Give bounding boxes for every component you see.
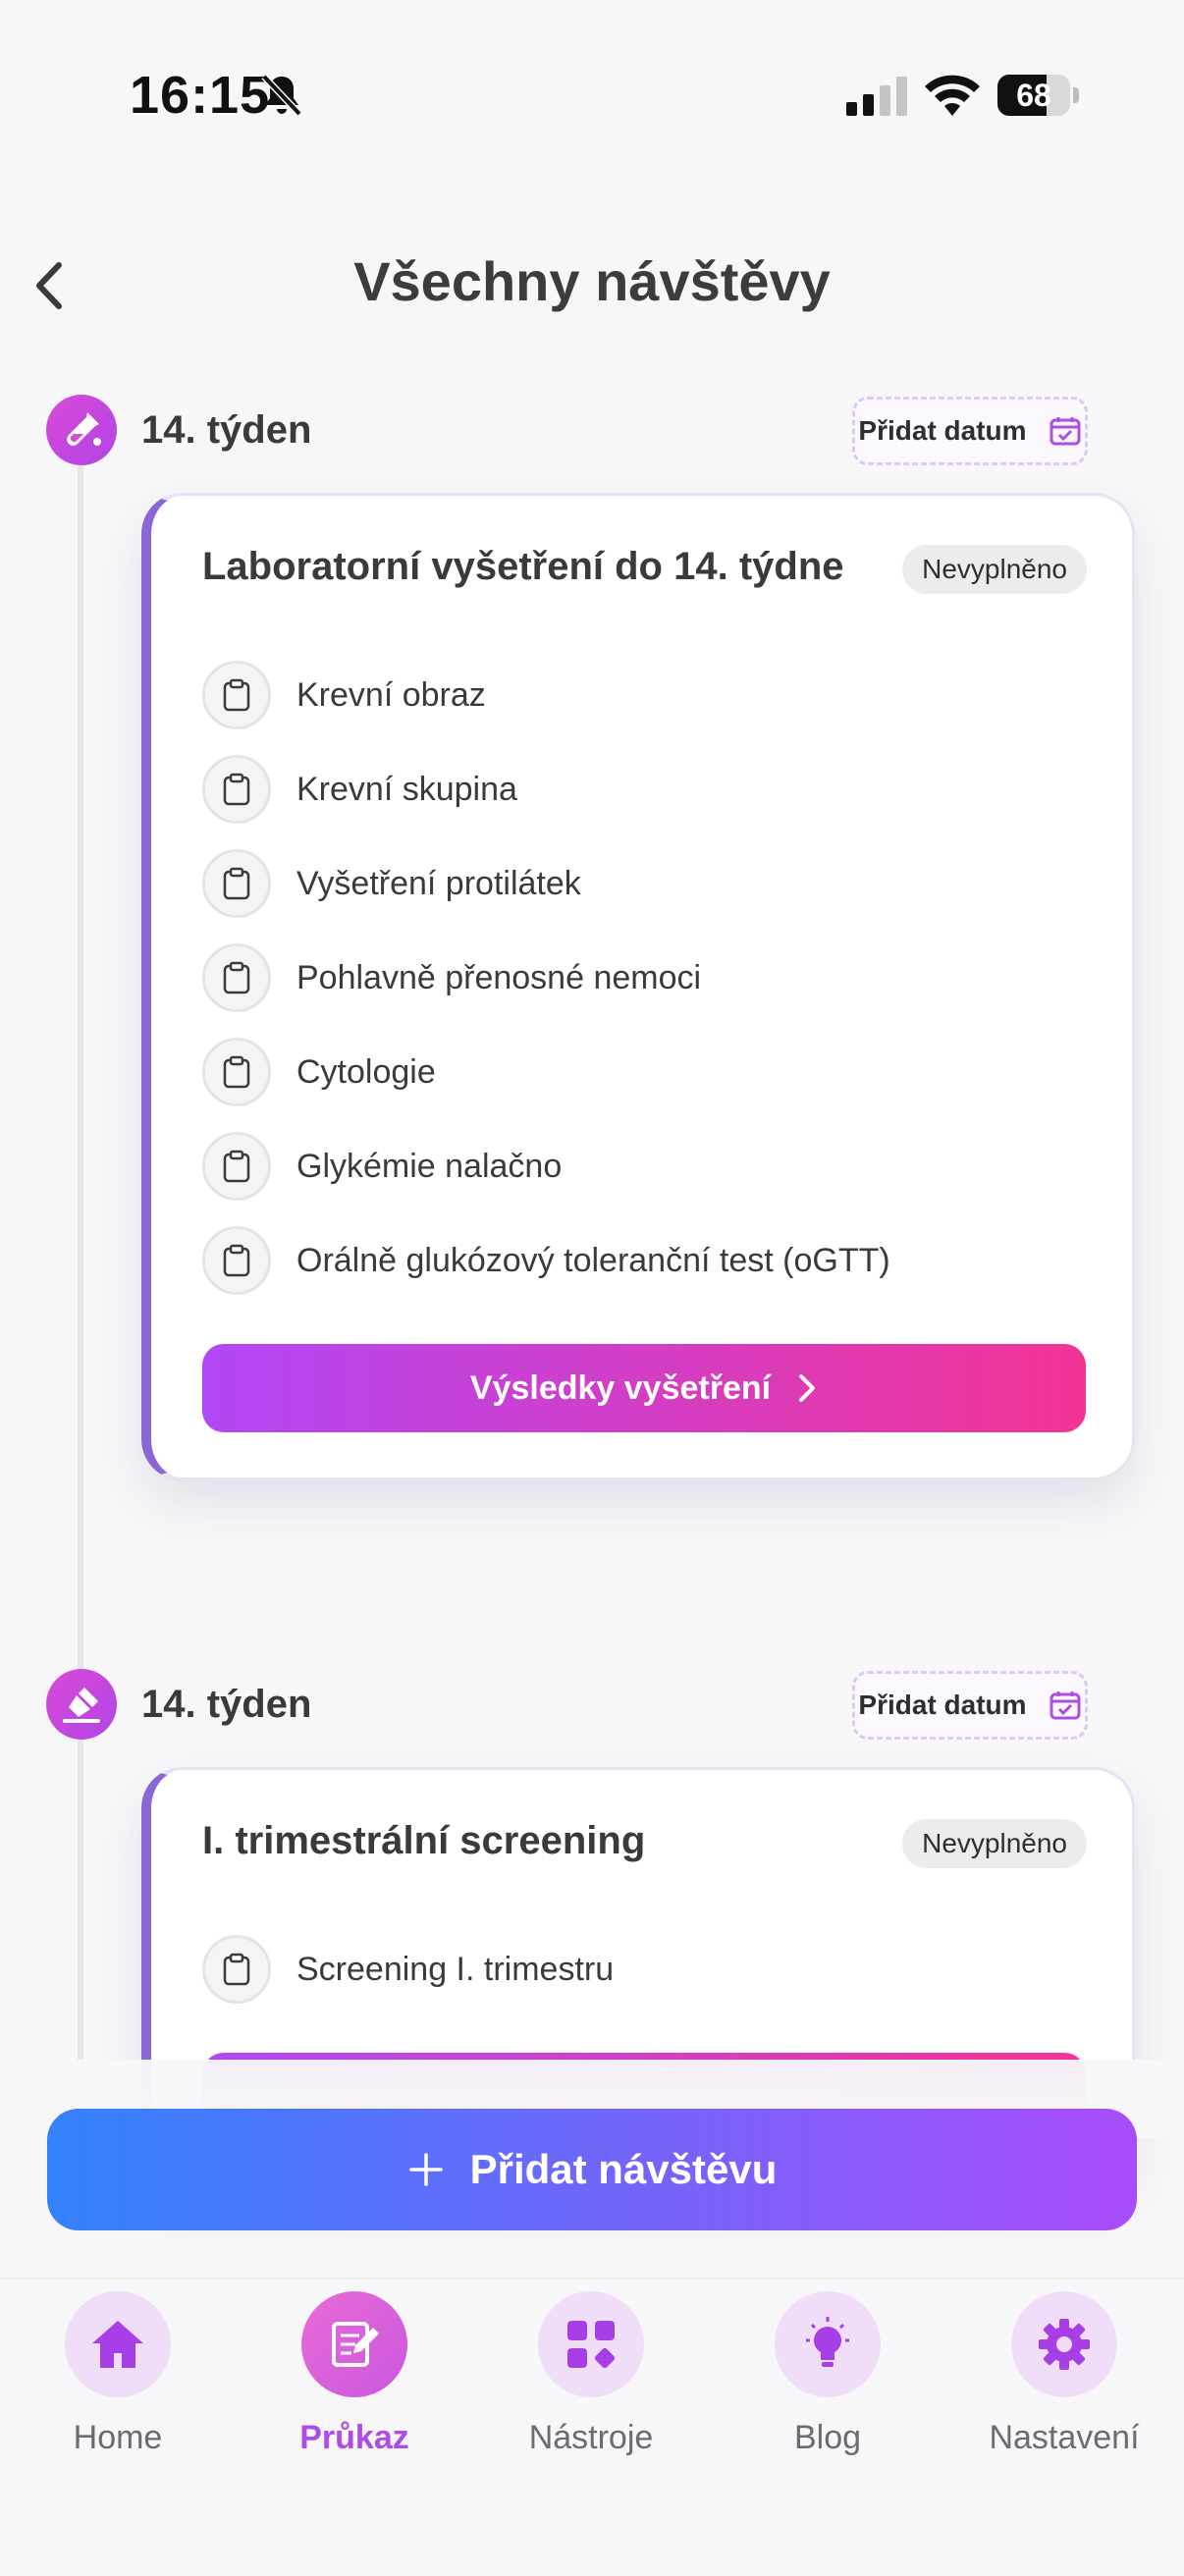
calendar-check-icon	[1049, 417, 1081, 446]
card-edit-icon	[301, 2291, 407, 2397]
visit-week-label: 14. týden	[141, 408, 312, 452]
exam-item[interactable]: Pohlavně přenosné nemoci	[202, 943, 701, 1012]
plus-icon	[408, 2153, 443, 2186]
add-visit-label: Přidat návštěvu	[469, 2146, 778, 2192]
clipboard-icon	[202, 849, 271, 918]
tab-label: Blog	[793, 2419, 862, 2456]
lightbulb-icon	[775, 2291, 881, 2397]
add-date-label: Přidat datum	[858, 1690, 1027, 1720]
results-button-label: Výsledky vyšetření	[469, 1368, 772, 1407]
exam-item-label: Krevní skupina	[296, 770, 517, 808]
exam-item-label: Cytologie	[296, 1052, 436, 1091]
battery-percent: 68	[1016, 78, 1051, 113]
tab-label: Nástroje	[528, 2419, 654, 2456]
add-date-button[interactable]: Přidat datum	[852, 397, 1088, 465]
calendar-check-icon	[1049, 1691, 1081, 1720]
status-badge: Nevyplněno	[902, 1819, 1087, 1868]
exam-item-label: Screening I. trimestru	[296, 1950, 615, 1988]
exam-item[interactable]: Krevní obraz	[202, 661, 486, 729]
visit-card[interactable]: Laboratorní vyšetření do 14. týdne Nevyp…	[141, 493, 1135, 1480]
bell-muted-icon	[261, 74, 302, 117]
status-badge: Nevyplněno	[902, 545, 1087, 594]
add-date-label: Přidat datum	[858, 415, 1027, 446]
wifi-icon	[925, 75, 980, 116]
exam-item[interactable]: Cytologie	[202, 1038, 436, 1106]
tab-nastaveni[interactable]: Nastavení	[966, 2291, 1162, 2456]
exam-item[interactable]: Orálně glukózový toleranční test (oGTT)	[202, 1226, 890, 1295]
exam-item-label: Glykémie nalačno	[296, 1147, 563, 1185]
visit-card-title: I. trimestrální screening	[202, 1819, 646, 1862]
tab-prukaz[interactable]: Průkaz	[256, 2291, 453, 2456]
test-tube-icon	[46, 395, 117, 465]
exam-item-label: Orálně glukózový toleranční test (oGTT)	[296, 1241, 890, 1279]
battery-indicator: 68	[997, 75, 1080, 116]
status-bar: 16:15 68	[0, 0, 1184, 187]
tools-grid-icon	[538, 2291, 644, 2397]
status-time: 16:15	[130, 66, 271, 125]
clipboard-icon	[202, 755, 271, 824]
ultrasound-icon	[46, 1669, 117, 1740]
exam-item[interactable]: Screening I. trimestru	[202, 1935, 614, 2004]
clipboard-icon	[202, 1226, 271, 1295]
tab-blog[interactable]: Blog	[729, 2291, 926, 2456]
visit-card-title: Laboratorní vyšetření do 14. týdne	[202, 545, 844, 588]
tab-label: Home	[73, 2419, 163, 2456]
exam-item[interactable]: Krevní skupina	[202, 755, 517, 824]
page-title: Všechny návštěvy	[353, 250, 831, 312]
clipboard-icon	[202, 943, 271, 1012]
exam-item[interactable]: Glykémie nalačno	[202, 1132, 562, 1201]
clipboard-icon	[202, 1038, 271, 1106]
exam-item[interactable]: Vyšetření protilátek	[202, 849, 581, 918]
tab-label: Nastavení	[989, 2419, 1140, 2456]
clipboard-icon	[202, 1935, 271, 2004]
clipboard-icon	[202, 1132, 271, 1201]
exam-item-label: Krevní obraz	[296, 675, 486, 714]
timeline-line	[78, 461, 83, 2062]
gear-icon	[1011, 2291, 1117, 2397]
home-icon	[65, 2291, 171, 2397]
tab-label: Průkaz	[299, 2419, 409, 2456]
visit-week-label: 14. týden	[141, 1683, 312, 1726]
add-visit-button[interactable]: Přidat návštěvu	[47, 2109, 1137, 2230]
clipboard-icon	[202, 661, 271, 729]
tab-home[interactable]: Home	[20, 2291, 216, 2456]
chevron-right-icon	[799, 1374, 816, 1402]
add-date-button[interactable]: Přidat datum	[852, 1671, 1088, 1740]
tab-nastroje[interactable]: Nástroje	[493, 2291, 689, 2456]
exam-item-label: Vyšetření protilátek	[296, 864, 581, 902]
results-button[interactable]: Výsledky vyšetření	[202, 1344, 1086, 1432]
signal-icon	[846, 77, 907, 116]
exam-item-label: Pohlavně přenosné nemoci	[296, 958, 702, 996]
